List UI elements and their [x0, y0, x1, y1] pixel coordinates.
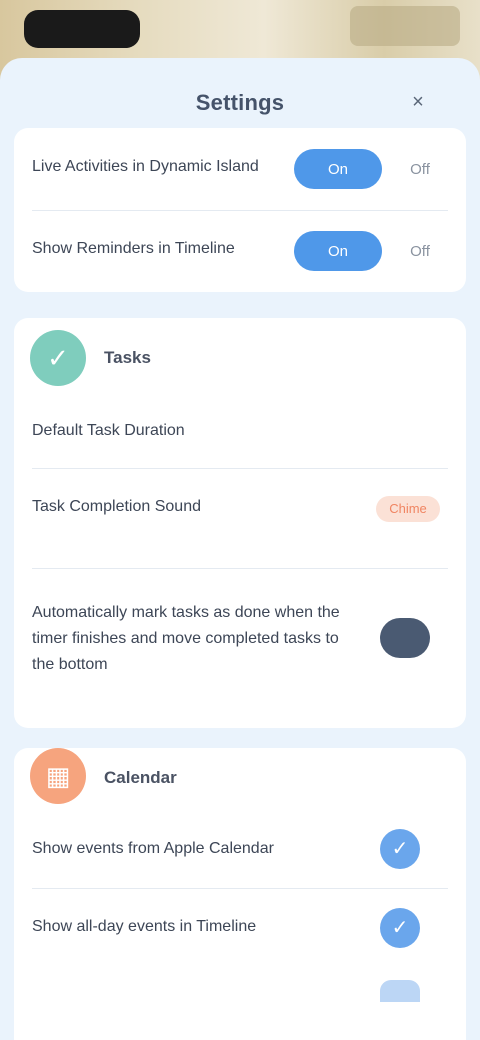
checkmark-icon: ✓ [30, 330, 86, 386]
reminders-label: Show Reminders in Timeline [32, 240, 235, 257]
all-day-events-row[interactable]: Show all-day events in Timeline ✓ [14, 888, 466, 968]
completion-sound-row[interactable]: Task Completion Sound Chime [14, 468, 466, 550]
divider [32, 568, 448, 569]
tasks-section-title: Tasks [104, 348, 151, 367]
apple-calendar-label: Show events from Apple Calendar [32, 840, 274, 857]
tasks-section-card: ✓ Tasks Default Task Duration Task Compl… [14, 318, 466, 728]
completion-sound-label: Task Completion Sound [32, 498, 201, 515]
auto-complete-label: Automatically mark tasks as done when th… [32, 604, 340, 673]
all-day-events-label: Show all-day events in Timeline [32, 918, 257, 935]
live-activities-row: Live Activities in Dynamic Island On Off [14, 128, 466, 210]
wallpaper-detail [350, 6, 460, 46]
auto-complete-row: Automatically mark tasks as done when th… [14, 578, 466, 698]
task-duration-row[interactable]: Default Task Duration [14, 398, 466, 468]
close-icon[interactable]: × [404, 88, 432, 116]
reminders-off-button[interactable]: Off [386, 231, 454, 271]
calendar-section-title: Calendar [104, 768, 177, 787]
calendar-section-card: ▦ Calendar Show events from Apple Calend… [14, 748, 466, 1040]
apple-calendar-check-icon[interactable]: ✓ [380, 829, 420, 869]
live-activities-off-button[interactable]: Off [386, 149, 454, 189]
display-options-card: Live Activities in Dynamic Island On Off… [14, 128, 466, 292]
partial-check-icon[interactable] [380, 980, 420, 1002]
reminders-on-button[interactable]: On [294, 231, 382, 271]
completion-sound-tag[interactable]: Chime [376, 496, 440, 522]
task-duration-label: Default Task Duration [32, 422, 185, 439]
settings-sheet: Settings × Live Activities in Dynamic Is… [0, 58, 480, 1040]
auto-complete-toggle[interactable] [380, 618, 430, 658]
all-day-events-check-icon[interactable]: ✓ [380, 908, 420, 948]
reminders-row: Show Reminders in Timeline On Off [14, 210, 466, 292]
calendar-icon: ▦ [30, 748, 86, 804]
screen: Settings × Live Activities in Dynamic Is… [0, 0, 480, 1040]
dynamic-island [24, 10, 140, 48]
live-activities-label: Live Activities in Dynamic Island [32, 158, 259, 175]
live-activities-on-button[interactable]: On [294, 149, 382, 189]
apple-calendar-row[interactable]: Show events from Apple Calendar ✓ [14, 810, 466, 888]
